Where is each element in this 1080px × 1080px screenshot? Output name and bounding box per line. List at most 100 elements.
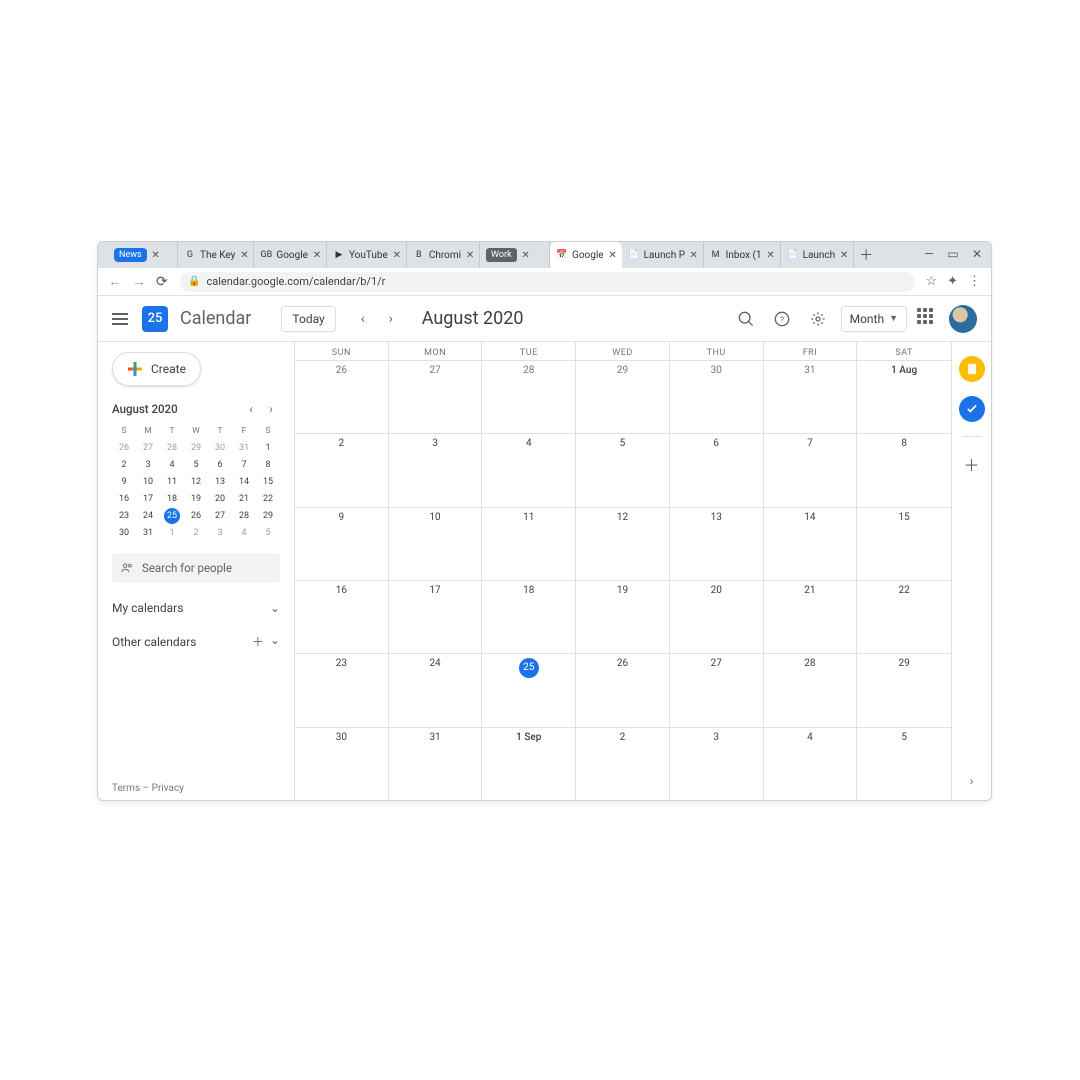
mini-day[interactable]: 31 (136, 524, 160, 541)
day-cell[interactable]: 28 (482, 361, 576, 433)
mini-day[interactable]: 6 (208, 456, 232, 473)
mini-day[interactable]: 10 (136, 473, 160, 490)
mini-day[interactable]: 29 (184, 439, 208, 456)
day-cell[interactable]: 27 (670, 654, 764, 726)
browser-tab[interactable]: News✕ (108, 242, 178, 268)
day-cell[interactable]: 8 (857, 434, 951, 506)
mini-day[interactable]: 5 (256, 524, 280, 541)
mini-day[interactable]: 4 (160, 456, 184, 473)
mini-day[interactable]: 17 (136, 490, 160, 507)
tab-close-button[interactable]: ✕ (465, 250, 475, 260)
tab-close-button[interactable]: ✕ (392, 250, 402, 260)
day-cell[interactable]: 6 (670, 434, 764, 506)
side-panel-expand[interactable]: › (970, 774, 974, 788)
day-cell[interactable]: 2 (576, 728, 670, 800)
mini-day[interactable]: 3 (136, 456, 160, 473)
mini-day[interactable]: 19 (184, 490, 208, 507)
extensions-button[interactable]: ✦ (947, 274, 958, 289)
mini-day[interactable]: 14 (232, 473, 256, 490)
account-avatar[interactable] (949, 305, 977, 333)
mini-day[interactable]: 8 (256, 456, 280, 473)
mini-day[interactable]: 27 (136, 439, 160, 456)
day-cell[interactable]: 27 (389, 361, 483, 433)
day-cell[interactable]: 26 (576, 654, 670, 726)
privacy-link[interactable]: Privacy (152, 783, 184, 794)
mini-day[interactable]: 18 (160, 490, 184, 507)
browser-tab[interactable]: BChromi✕ (407, 242, 480, 268)
browser-tab[interactable]: GThe Key✕ (178, 242, 254, 268)
day-cell[interactable]: 7 (764, 434, 858, 506)
create-button[interactable]: Create (112, 352, 201, 386)
mini-day[interactable]: 28 (160, 439, 184, 456)
other-calendars-toggle[interactable]: Other calendars ＋ ⌄ (112, 633, 280, 650)
day-cell[interactable]: 21 (764, 581, 858, 653)
browser-menu-button[interactable]: ⋮ (968, 274, 981, 289)
tab-close-button[interactable]: ✕ (766, 250, 776, 260)
new-tab-button[interactable]: ＋ (854, 242, 878, 268)
today-button[interactable]: Today (281, 306, 335, 332)
day-cell[interactable]: 15 (857, 508, 951, 580)
day-cell[interactable]: 31 (389, 728, 483, 800)
back-button[interactable]: ← (108, 273, 122, 290)
maximize-button[interactable]: ▭ (945, 247, 961, 261)
day-cell[interactable]: 4 (482, 434, 576, 506)
keep-button[interactable] (959, 356, 985, 382)
mini-day[interactable]: 24 (136, 507, 160, 524)
day-cell[interactable]: 14 (764, 508, 858, 580)
day-cell[interactable]: 11 (482, 508, 576, 580)
day-cell[interactable]: 24 (389, 654, 483, 726)
day-cell[interactable]: 20 (670, 581, 764, 653)
mini-day[interactable]: 3 (208, 524, 232, 541)
terms-link[interactable]: Terms (112, 783, 140, 794)
mini-day[interactable]: 27 (208, 507, 232, 524)
day-cell[interactable]: 28 (764, 654, 858, 726)
mini-day[interactable]: 31 (232, 439, 256, 456)
mini-day[interactable]: 23 (112, 507, 136, 524)
mini-day[interactable]: 26 (112, 439, 136, 456)
star-button[interactable]: ☆ (925, 274, 937, 289)
mini-next-month[interactable]: › (262, 400, 280, 418)
mini-day[interactable]: 28 (232, 507, 256, 524)
browser-tab[interactable]: Work✕ (480, 242, 550, 268)
mini-day[interactable]: 4 (232, 524, 256, 541)
tab-close-button[interactable]: ✕ (312, 250, 322, 260)
mini-day[interactable]: 2 (112, 456, 136, 473)
browser-tab[interactable]: 📄Launch Pr✕ (622, 242, 704, 268)
google-apps-button[interactable] (917, 308, 939, 330)
mini-day[interactable]: 15 (256, 473, 280, 490)
mini-day[interactable]: 21 (232, 490, 256, 507)
day-cell[interactable]: 30 (295, 728, 389, 800)
day-cell[interactable]: 19 (576, 581, 670, 653)
close-window-button[interactable]: ✕ (969, 247, 985, 261)
day-cell[interactable]: 13 (670, 508, 764, 580)
view-selector[interactable]: Month ▼ (841, 306, 907, 332)
day-cell[interactable]: 23 (295, 654, 389, 726)
day-cell[interactable]: 29 (576, 361, 670, 433)
browser-tab[interactable]: ▶YouTube✕ (327, 242, 407, 268)
mini-day[interactable]: 7 (232, 456, 256, 473)
tab-close-button[interactable]: ✕ (151, 250, 161, 260)
day-cell[interactable]: 10 (389, 508, 483, 580)
day-cell[interactable]: 22 (857, 581, 951, 653)
mini-day[interactable]: 30 (112, 524, 136, 541)
main-menu-button[interactable] (112, 309, 132, 329)
mini-day[interactable]: 13 (208, 473, 232, 490)
day-cell[interactable]: 3 (389, 434, 483, 506)
tab-close-button[interactable]: ✕ (839, 250, 849, 260)
mini-day[interactable]: 11 (160, 473, 184, 490)
browser-tab[interactable]: 📄Launch✕ (781, 242, 855, 268)
minimize-button[interactable]: — (921, 247, 937, 261)
day-cell[interactable]: 17 (389, 581, 483, 653)
day-cell[interactable]: 30 (670, 361, 764, 433)
day-cell[interactable]: 5 (576, 434, 670, 506)
browser-tab[interactable]: MInbox (1✕ (704, 242, 781, 268)
day-cell[interactable]: 18 (482, 581, 576, 653)
my-calendars-toggle[interactable]: My calendars ⌄ (112, 601, 280, 615)
mini-day[interactable]: 26 (184, 507, 208, 524)
mini-day[interactable]: 5 (184, 456, 208, 473)
day-cell[interactable]: 29 (857, 654, 951, 726)
tab-close-button[interactable]: ✕ (239, 250, 249, 260)
day-cell[interactable]: 1 Aug (857, 361, 951, 433)
help-button[interactable]: ? (769, 306, 795, 332)
mini-day[interactable]: 9 (112, 473, 136, 490)
